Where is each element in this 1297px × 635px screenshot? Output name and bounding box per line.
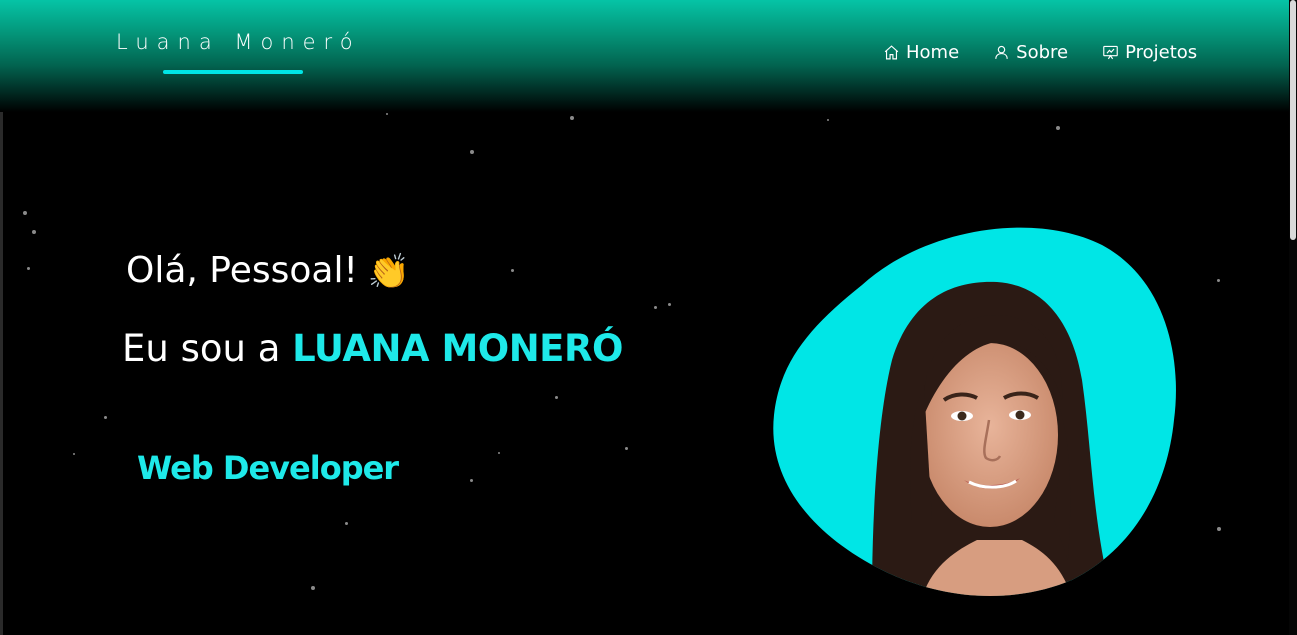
intro-heading: Eu sou a LUANA MONERÓ <box>122 327 623 370</box>
scrollbar-thumb[interactable] <box>1290 0 1296 240</box>
greeting: Olá, Pessoal! 👏 <box>126 250 410 292</box>
nav-home-link[interactable]: Home <box>883 42 959 63</box>
home-icon <box>884 45 899 60</box>
page: Luana Moneró Home Sobre Projetos Olá, Pe… <box>0 0 1297 635</box>
role-typewriter: Web Developer <box>137 449 399 487</box>
intro-name: LUANA MONERÓ <box>292 327 623 370</box>
projects-icon <box>1103 45 1118 60</box>
user-icon <box>995 45 1008 59</box>
nav-about-link[interactable]: Sobre <box>993 42 1068 63</box>
brand-underline <box>163 70 303 74</box>
nav-about-label: Sobre <box>1016 42 1069 63</box>
navbar: Luana Moneró Home Sobre Projetos <box>0 0 1289 112</box>
nav-projects-label: Projetos <box>1125 42 1198 63</box>
main-nav: Home Sobre Projetos <box>883 42 1197 63</box>
clapping-hands-icon: 👏 <box>367 252 411 292</box>
profile-photo-blob <box>773 227 1176 597</box>
profile-photo <box>772 220 1177 598</box>
scrollbar[interactable] <box>1289 0 1297 635</box>
brand-logo[interactable]: Luana Moneró <box>116 30 361 54</box>
nav-home-label: Home <box>906 42 960 63</box>
nav-projects-link[interactable]: Projetos <box>1102 42 1197 63</box>
intro-prefix: Eu sou a <box>122 327 293 370</box>
greeting-text: Olá, Pessoal! <box>126 250 358 291</box>
